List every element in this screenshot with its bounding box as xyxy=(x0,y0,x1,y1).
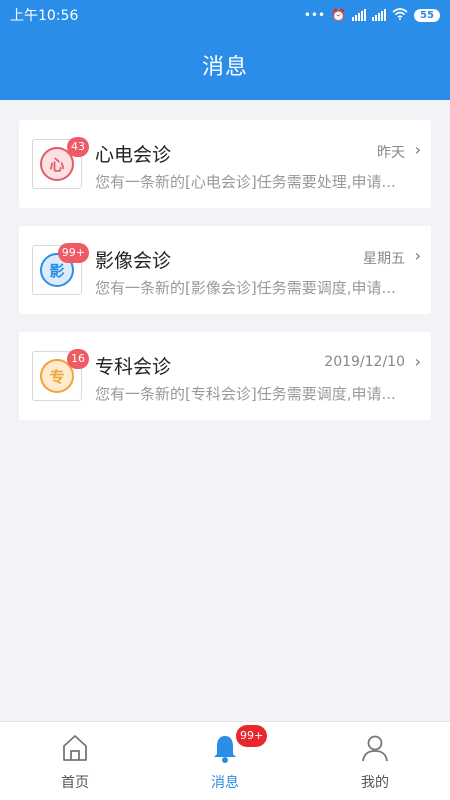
message-time: 星期五 xyxy=(363,251,405,267)
message-title: 专科会诊 xyxy=(95,356,172,378)
message-title: 心电会诊 xyxy=(95,144,172,166)
message-list: 心 43 心电会诊 昨天 › 您有一条新的[心电会诊]任务需要处理,申请... … xyxy=(19,120,431,438)
alarm-icon: ⏰ xyxy=(331,8,346,22)
bottom-tab-bar: 首页 99+ 消息 我的 xyxy=(0,721,450,800)
chevron-right-icon: › xyxy=(414,140,421,159)
status-time: 上午10:56 xyxy=(10,8,79,24)
message-avatar: 专 16 xyxy=(32,349,89,401)
message-description: 您有一条新的[心电会诊]任务需要处理,申请... xyxy=(95,173,396,191)
message-item-imaging[interactable]: 影 99+ 影像会诊 星期五 › 您有一条新的[影像会诊]任务需要调度,申请..… xyxy=(19,226,431,314)
tab-label: 消息 xyxy=(211,775,239,791)
unread-badge: 99+ xyxy=(57,243,89,263)
unread-badge: 43 xyxy=(67,137,89,157)
home-icon xyxy=(63,735,87,761)
more-dots-icon: ••• xyxy=(303,8,326,22)
message-description: 您有一条新的[影像会诊]任务需要调度,申请... xyxy=(95,279,396,297)
message-item-specialty[interactable]: 专 16 专科会诊 2019/12/10 › 您有一条新的[专科会诊]任务需要调… xyxy=(19,332,431,420)
message-description: 您有一条新的[专科会诊]任务需要调度,申请... xyxy=(95,385,396,403)
message-item-ecg[interactable]: 心 43 心电会诊 昨天 › 您有一条新的[心电会诊]任务需要处理,申请... xyxy=(19,120,431,208)
chevron-right-icon: › xyxy=(414,246,421,265)
tab-mine[interactable]: 我的 xyxy=(300,722,450,800)
tab-unread-badge: 99+ xyxy=(236,725,268,747)
tab-label: 首页 xyxy=(61,775,89,791)
tab-messages[interactable]: 99+ 消息 xyxy=(150,722,300,800)
page-title: 消息 xyxy=(201,55,248,80)
message-time: 昨天 xyxy=(377,145,405,161)
status-icons: ••• ⏰ 55 xyxy=(303,7,440,23)
message-avatar: 心 43 xyxy=(32,137,89,189)
status-bar: 上午10:56 ••• ⏰ 55 xyxy=(0,0,450,30)
message-time: 2019/12/10 xyxy=(324,354,405,370)
wifi-icon xyxy=(392,7,408,23)
tab-label: 我的 xyxy=(361,775,389,791)
message-avatar: 影 99+ xyxy=(32,243,89,295)
header-bar: 上午10:56 ••• ⏰ 55 消息 xyxy=(0,0,450,100)
signal-icon xyxy=(352,9,366,21)
signal-icon-2 xyxy=(372,9,386,21)
message-title: 影像会诊 xyxy=(95,250,172,272)
tab-home[interactable]: 首页 xyxy=(0,722,150,800)
user-icon xyxy=(362,735,388,762)
unread-badge: 16 xyxy=(67,349,89,369)
battery-icon: 55 xyxy=(414,8,440,22)
chevron-right-icon: › xyxy=(414,352,421,371)
